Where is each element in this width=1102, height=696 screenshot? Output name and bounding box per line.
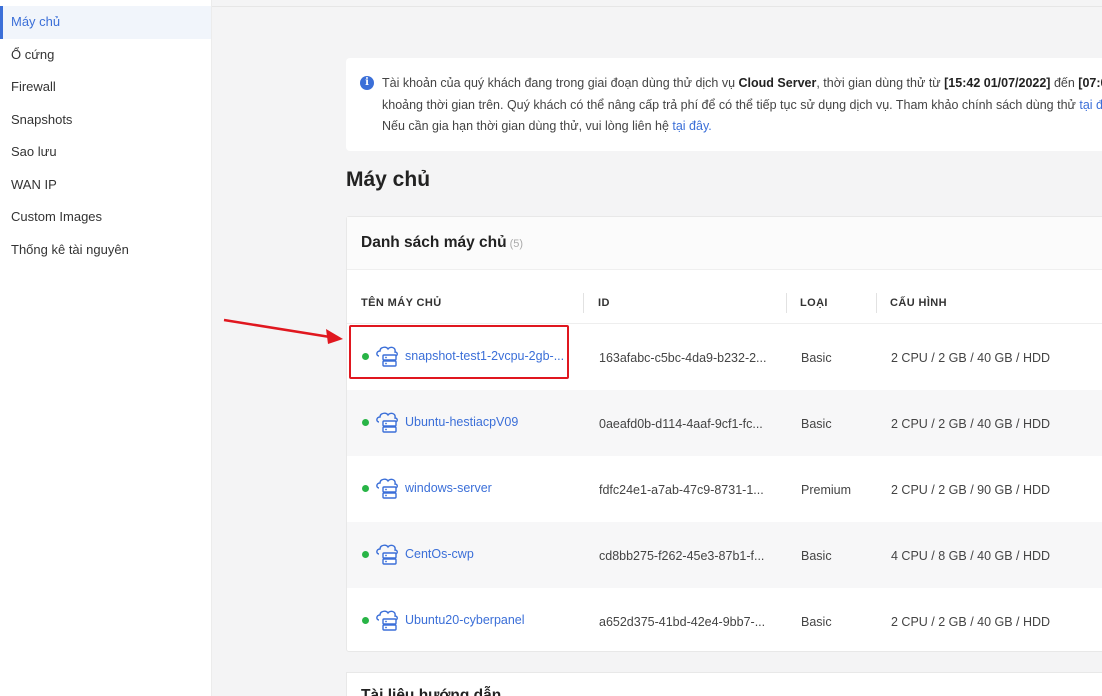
server-config: 2 CPU / 2 GB / 40 GB / HDD [891, 615, 1051, 629]
column-header-name[interactable]: TÊN MÁY CHỦ [361, 297, 442, 309]
server-type: Premium [801, 483, 852, 497]
column-divider [583, 293, 584, 313]
trial-notice: i Tài khoản của quý khách đang trong gia… [346, 58, 1102, 151]
sidebar-item-wan-ip[interactable]: WAN IP [0, 169, 211, 202]
server-type: Basic [801, 417, 832, 431]
server-list-card: Danh sách máy chủ (5) TÊN MÁY CHỦ ID LOẠI… [346, 216, 1102, 652]
sidebar: Máy chủ Ổ cứng Firewall Snapshots Sao lư… [0, 0, 212, 696]
column-header-id[interactable]: ID [598, 297, 610, 309]
server-id: cd8bb275-f262-45e3-87b1-f... [599, 549, 765, 563]
sidebar-item-backup[interactable]: Sao lưu [0, 136, 211, 169]
server-list-header: Danh sách máy chủ (5) [347, 217, 1102, 270]
column-divider [876, 293, 877, 313]
server-type: Basic [801, 549, 832, 563]
server-type: Basic [801, 615, 832, 629]
server-type: Basic [801, 351, 832, 365]
server-name-link[interactable]: CentOs-cwp [405, 547, 474, 561]
server-cloud-icon [375, 477, 399, 499]
server-config: 2 CPU / 2 GB / 40 GB / HDD [891, 351, 1051, 365]
server-cloud-icon [375, 411, 399, 433]
server-id: 163afabc-c5bc-4da9-b232-2... [599, 351, 767, 365]
server-name-link[interactable]: windows-server [405, 481, 492, 495]
notice-line-1: Tài khoản của quý khách đang trong giai … [382, 76, 1102, 90]
info-icon: i [360, 76, 374, 90]
server-id: a652d375-41bd-42e4-9bb7-... [599, 615, 766, 629]
notice-line-3: Nếu cần gia hạn thời gian dùng thử, vui … [382, 119, 712, 133]
sidebar-item-firewall[interactable]: Firewall [0, 71, 211, 104]
table-row[interactable]: windows-server fdfc24e1-a7ab-47c9-8731-1.… [347, 456, 1102, 522]
server-config: 2 CPU / 2 GB / 40 GB / HDD [891, 417, 1051, 431]
server-count: (5) [509, 238, 524, 250]
status-dot [362, 485, 369, 492]
status-dot [362, 551, 369, 558]
notice-line-2: khoảng thời gian trên. Quý khách có thể … [382, 95, 1102, 117]
sidebar-item-snapshots[interactable]: Snapshots [0, 104, 211, 137]
server-cloud-icon [375, 609, 399, 631]
sidebar-item-custom-images[interactable]: Custom Images [0, 201, 211, 234]
server-list-title: Danh sách máy chủ [361, 234, 507, 251]
sidebar-item-servers[interactable]: Máy chủ [0, 6, 211, 39]
server-config: 2 CPU / 2 GB / 90 GB / HDD [891, 483, 1051, 497]
server-config: 4 CPU / 8 GB / 40 GB / HDD [891, 549, 1051, 563]
column-header-config[interactable]: CẤU HÌNH [890, 297, 947, 309]
page-title: Máy chủ [346, 168, 431, 191]
sidebar-item-disks[interactable]: Ổ cứng [0, 39, 211, 72]
column-divider [786, 293, 787, 313]
guide-section: Tài liệu hướng dẫn [346, 672, 1102, 696]
table-row[interactable]: Ubuntu-hestiacpV09 0aeafd0b-d114-4aaf-9cf… [347, 390, 1102, 456]
server-id: fdfc24e1-a7ab-47c9-8731-1... [599, 483, 764, 497]
highlight-box [349, 325, 569, 379]
server-cloud-icon [375, 543, 399, 565]
table-row[interactable]: Ubuntu20-cyberpanel a652d375-41bd-42e4-9b… [347, 588, 1102, 654]
sidebar-item-resource-stats[interactable]: Thống kê tài nguyên [0, 234, 211, 267]
status-dot [362, 419, 369, 426]
trial-policy-link[interactable]: tại đâ [1079, 98, 1102, 112]
contact-link[interactable]: tại đây. [672, 119, 711, 133]
status-dot [362, 617, 369, 624]
guide-section-title: Tài liệu hướng dẫn [361, 687, 502, 696]
table-header: TÊN MÁY CHỦ ID LOẠI CẤU HÌNH [347, 270, 1102, 324]
server-id: 0aeafd0b-d114-4aaf-9cf1-fc... [599, 417, 763, 431]
server-name-link[interactable]: Ubuntu20-cyberpanel [405, 613, 525, 627]
top-divider [212, 6, 1102, 7]
arrow-icon [223, 318, 343, 344]
table-row[interactable]: CentOs-cwp cd8bb275-f262-45e3-87b1-f... Ba… [347, 522, 1102, 588]
server-name-link[interactable]: Ubuntu-hestiacpV09 [405, 415, 518, 429]
column-header-type[interactable]: LOẠI [800, 297, 828, 309]
